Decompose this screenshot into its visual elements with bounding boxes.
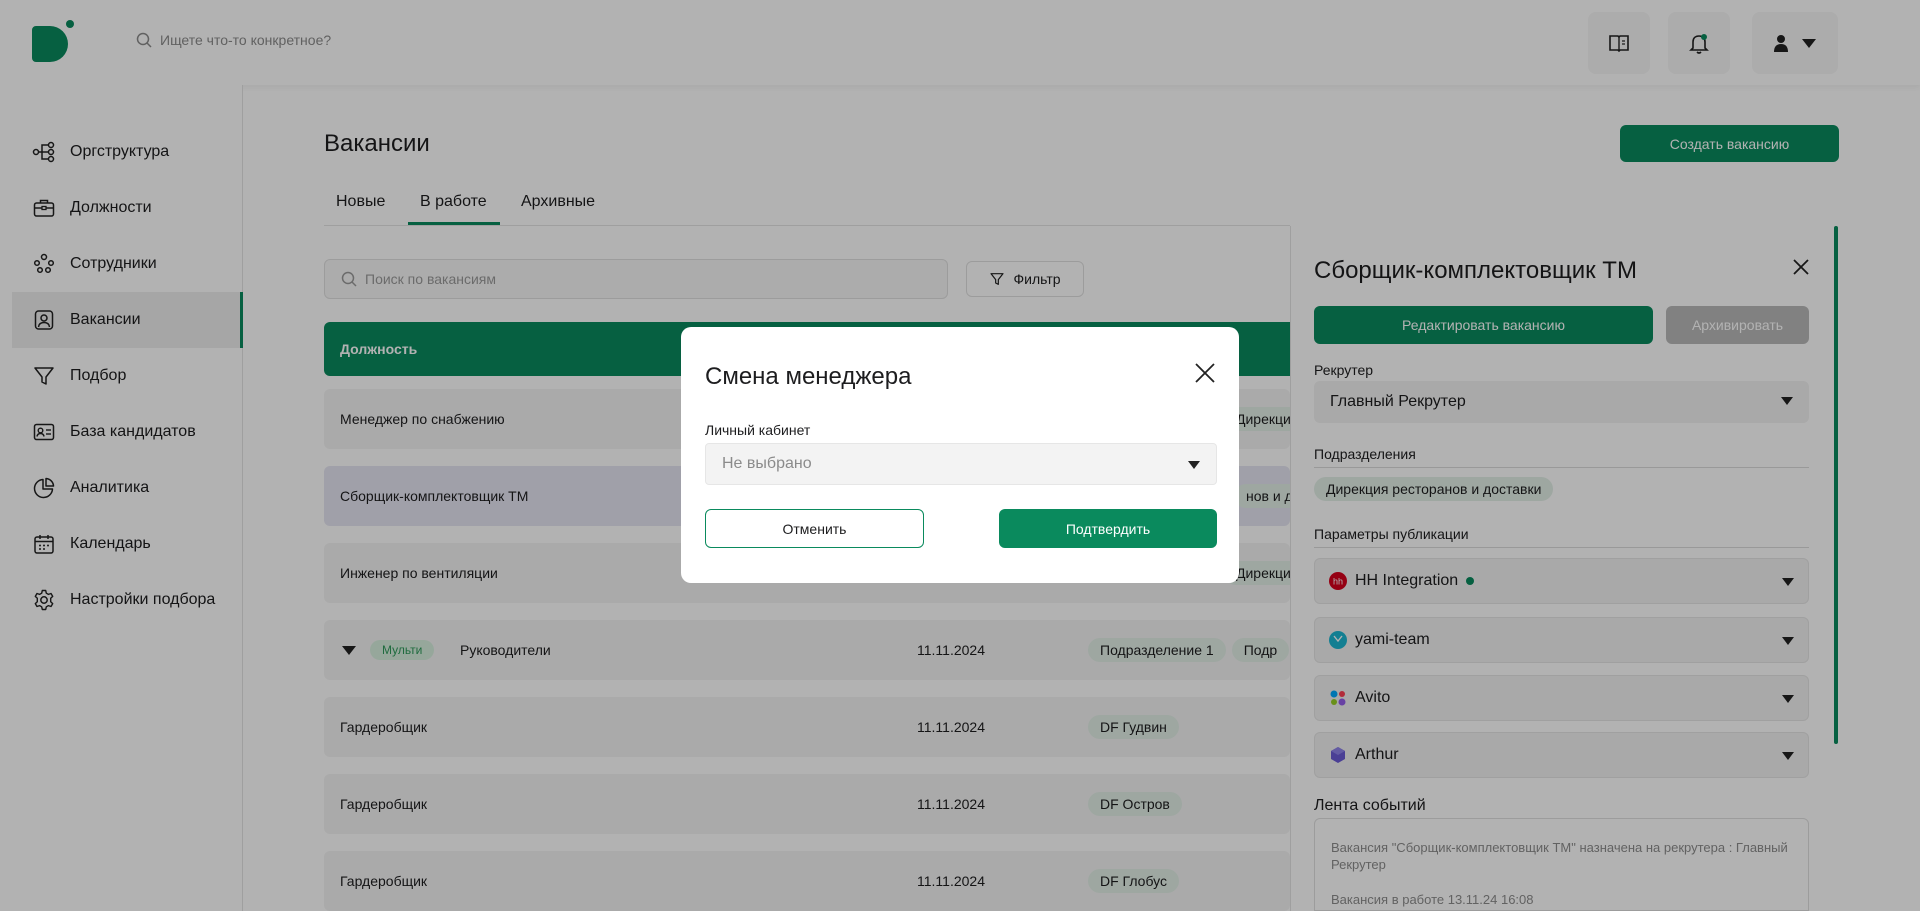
cancel-button[interactable]: Отменить <box>705 509 924 548</box>
select-placeholder: Не выбрано <box>722 455 812 472</box>
chevron-down-icon <box>1188 461 1200 469</box>
change-manager-modal: Смена менеджера Личный кабинет Не выбран… <box>681 327 1239 583</box>
close-icon[interactable] <box>1193 361 1217 385</box>
modal-title: Смена менеджера <box>705 363 912 390</box>
personal-account-select[interactable]: Не выбрано <box>705 443 1217 485</box>
personal-account-label: Личный кабинет <box>705 422 811 438</box>
confirm-button[interactable]: Подтвердить <box>999 509 1217 548</box>
